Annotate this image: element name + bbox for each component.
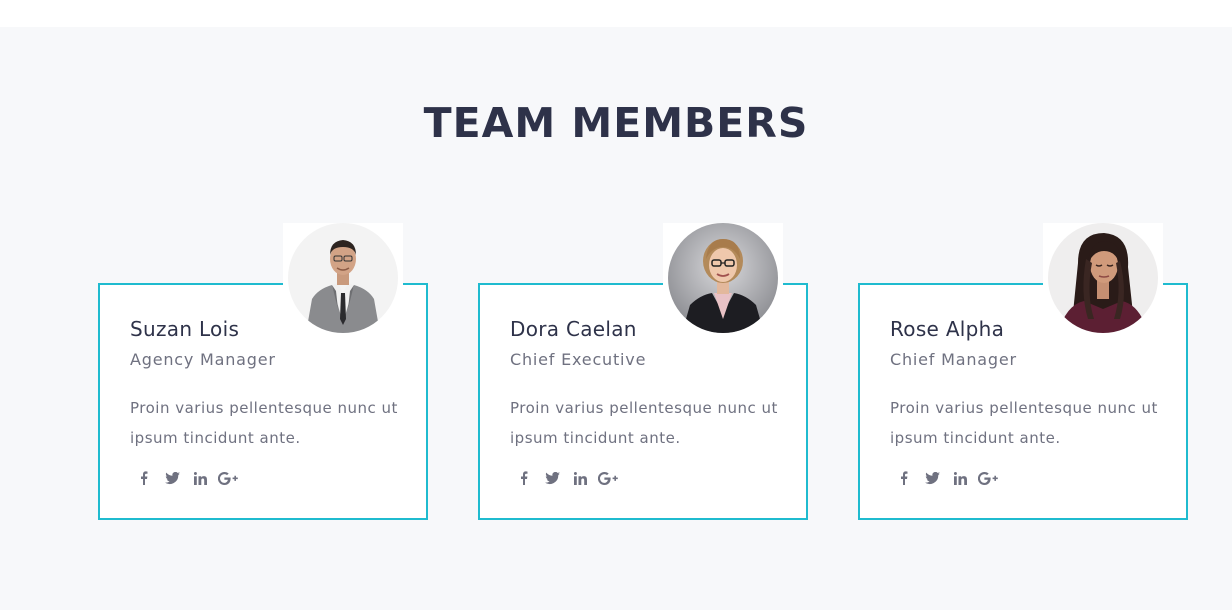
section-title: TEAM MEMBERS	[423, 99, 809, 147]
social-links	[134, 468, 246, 488]
member-role: Chief Executive	[510, 350, 647, 369]
photo-frame	[1043, 223, 1163, 333]
member-role: Agency Manager	[130, 350, 276, 369]
google-plus-icon[interactable]	[978, 468, 998, 488]
team-card-3: Rose Alpha Chief Manager Proin varius pe…	[858, 223, 1188, 520]
twitter-icon[interactable]	[922, 468, 942, 488]
member-name: Dora Caelan	[510, 317, 637, 341]
google-plus-icon[interactable]	[598, 468, 618, 488]
team-card-2: Dora Caelan Chief Executive Proin varius…	[478, 223, 808, 520]
team-card-1: Suzan Lois Agency Manager Proin varius p…	[98, 223, 428, 520]
linkedin-icon[interactable]	[950, 468, 970, 488]
member-photo	[1048, 223, 1158, 333]
member-role: Chief Manager	[890, 350, 1017, 369]
twitter-icon[interactable]	[542, 468, 562, 488]
linkedin-icon[interactable]	[190, 468, 210, 488]
twitter-icon[interactable]	[162, 468, 182, 488]
facebook-icon[interactable]	[514, 468, 534, 488]
member-photo	[668, 223, 778, 333]
social-links	[894, 468, 1006, 488]
member-name: Suzan Lois	[130, 317, 240, 341]
social-links	[514, 468, 626, 488]
facebook-icon[interactable]	[134, 468, 154, 488]
google-plus-icon[interactable]	[218, 468, 238, 488]
linkedin-icon[interactable]	[570, 468, 590, 488]
top-navbar-strip	[0, 0, 1232, 27]
member-description: Proin varius pellentesque nunc ut ipsum …	[130, 399, 398, 447]
member-description: Proin varius pellentesque nunc ut ipsum …	[890, 399, 1158, 447]
facebook-icon[interactable]	[894, 468, 914, 488]
member-name: Rose Alpha	[890, 317, 1005, 341]
member-description: Proin varius pellentesque nunc ut ipsum …	[510, 399, 778, 447]
photo-frame	[283, 223, 403, 333]
member-photo	[288, 223, 398, 333]
photo-frame	[663, 223, 783, 333]
